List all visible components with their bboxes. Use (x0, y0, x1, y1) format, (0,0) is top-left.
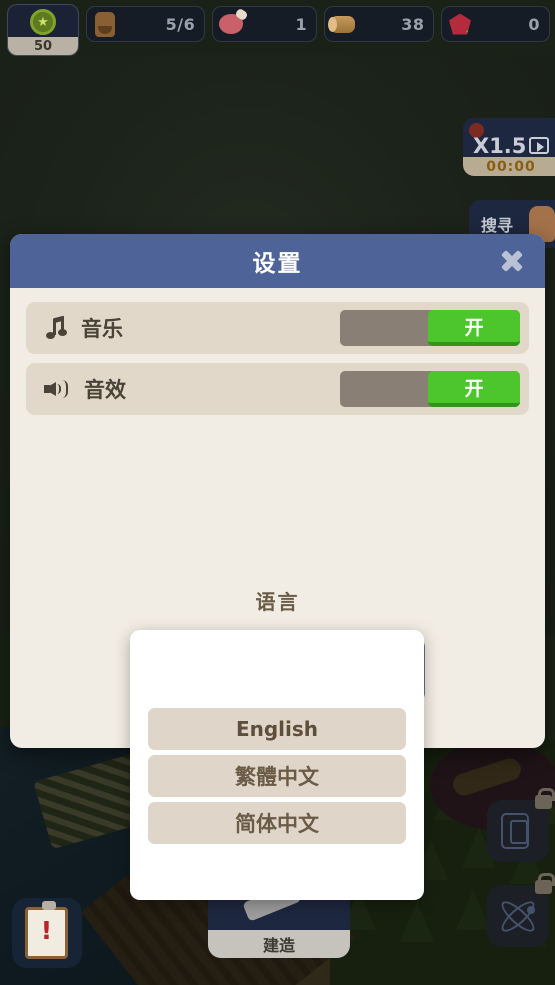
settings-dialog-header: 设置 (10, 234, 545, 288)
level-badge[interactable]: ★ 50 (7, 4, 79, 56)
resource-population[interactable]: 5/6 (86, 6, 206, 42)
sound-label: 音效 (84, 378, 126, 402)
language-option-simplified-chinese[interactable]: 简体中文 (148, 802, 406, 844)
lock-icon (535, 873, 555, 894)
boost-timer: 00:00 (463, 157, 555, 176)
music-toggle-knob: 开 (428, 310, 520, 346)
setting-row-music: 音乐 开 (26, 302, 529, 354)
cards-button[interactable] (487, 788, 555, 862)
food-value: 1 (295, 14, 308, 34)
meat-icon (217, 11, 244, 38)
close-icon[interactable] (499, 248, 525, 274)
quest-button[interactable]: ! (12, 898, 82, 968)
atom-icon (497, 896, 539, 937)
sound-toggle-knob: 开 (428, 371, 520, 407)
wood-value: 38 (401, 14, 425, 34)
cards-icon (501, 813, 529, 849)
resource-wood[interactable]: 38 (324, 6, 435, 42)
speed-boost-widget[interactable]: X1.5 00:00 (463, 118, 555, 176)
gems-value: 0 (528, 14, 540, 34)
video-ad-icon (529, 137, 549, 154)
search-button-label: 搜寻 (481, 216, 514, 235)
level-value: 50 (8, 37, 78, 55)
settings-dialog-title: 设置 (252, 251, 303, 277)
music-toggle[interactable]: 开 (340, 310, 520, 346)
language-option-traditional-chinese[interactable]: 繁體中文 (148, 755, 406, 797)
music-label: 音乐 (81, 317, 123, 341)
gem-icon (446, 11, 473, 38)
log-icon (328, 11, 356, 38)
population-value: 5/6 (165, 14, 196, 34)
resource-gems[interactable]: 0 (441, 6, 550, 42)
language-option-english[interactable]: English (148, 708, 406, 750)
resource-food[interactable]: 1 (212, 6, 318, 42)
star-medal-icon: ★ (30, 9, 56, 35)
speaker-icon (44, 378, 70, 400)
game-screen: 5/6 1 38 0 ★ 50 X1.5 00:00 搜寻 (0, 0, 555, 985)
lock-icon (535, 788, 555, 809)
build-button-label: 建造 (208, 930, 350, 958)
language-dropdown-menu: English 繁體中文 简体中文 (130, 630, 424, 900)
music-note-icon (44, 315, 67, 339)
resource-bar: 5/6 1 38 0 (0, 0, 555, 48)
tech-button[interactable] (487, 873, 555, 947)
clipboard-alert-icon: ! (25, 901, 68, 959)
language-section-label: 语言 (255, 590, 300, 614)
boost-multiplier: X1.5 (473, 134, 527, 158)
sound-toggle[interactable]: 开 (340, 371, 520, 407)
person-icon (91, 11, 118, 38)
setting-row-sound: 音效 开 (26, 363, 529, 415)
